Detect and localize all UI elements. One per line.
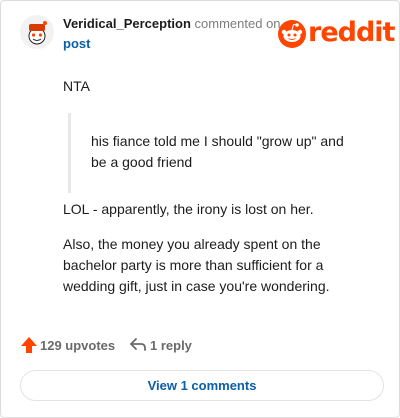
commented-on-text: commented on (194, 16, 281, 31)
upvote-arrow-icon[interactable] (20, 336, 38, 354)
view-comments-button[interactable]: View 1 comments (20, 370, 384, 401)
reply-count[interactable]: 1 reply (150, 338, 192, 353)
comment-author[interactable]: Veridical_Perception commented on (63, 16, 281, 31)
comment-quote: his fiance told me I should "grow up" an… (68, 113, 368, 193)
comment-text-money: Also, the money you already spent on the… (63, 236, 330, 294)
comment-text-verdict: NTA (63, 78, 90, 94)
reply-arrow-icon[interactable] (129, 337, 147, 353)
upvote-count[interactable]: 129 upvotes (40, 338, 115, 353)
reddit-brand: reddit (278, 17, 395, 51)
comment-card: Veridical_Perception commented on post r… (0, 0, 400, 418)
reddit-logo-icon (278, 20, 306, 48)
avatar-icon (20, 15, 54, 49)
post-link[interactable]: post (63, 36, 90, 51)
comment-text-irony: LOL - apparently, the irony is lost on h… (63, 201, 314, 217)
quote-line-1: his fiance told me I should "grow up" an… (91, 133, 344, 149)
avatar[interactable] (20, 15, 54, 49)
reddit-wordmark: reddit (308, 17, 395, 48)
quote-line-2: be a good friend (91, 154, 193, 170)
username-text[interactable]: Veridical_Perception (63, 16, 191, 31)
